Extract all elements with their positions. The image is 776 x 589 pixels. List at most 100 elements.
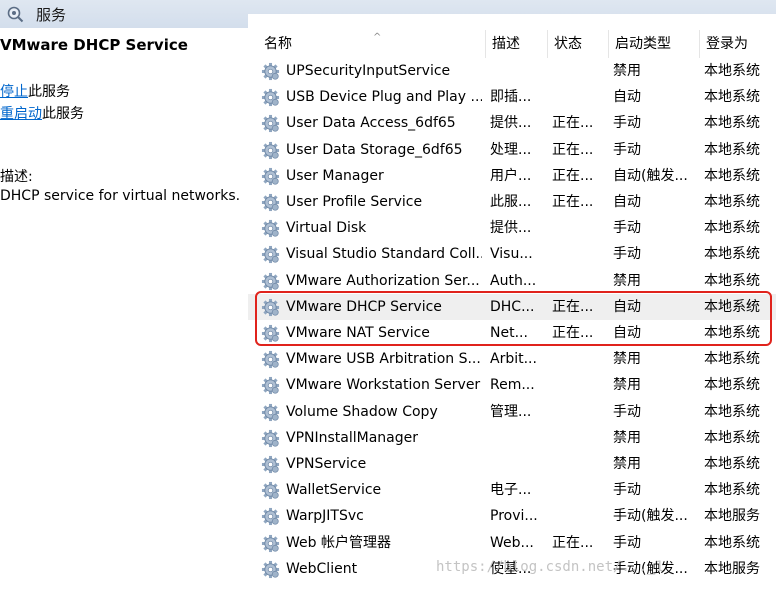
service-name: WalletService xyxy=(286,482,382,499)
service-logon-as: 本地系统 xyxy=(704,115,760,132)
column-header-logon-as[interactable]: 登录为 xyxy=(700,30,776,58)
service-row[interactable]: VMware USB Arbitration S... Arbit... 禁用 本地系… xyxy=(248,346,776,372)
service-logon-as: 本地系统 xyxy=(704,141,760,158)
restart-service-link[interactable]: 重启动 xyxy=(0,106,42,122)
service-row[interactable]: Virtual Disk 提供... 手动 本地系统 xyxy=(248,215,776,241)
service-description: Visu... xyxy=(490,246,533,263)
service-status: 正在... xyxy=(552,534,594,551)
gear-icon xyxy=(261,324,280,343)
service-description: Web... xyxy=(490,534,534,551)
service-description xyxy=(490,425,542,451)
gear-icon xyxy=(261,350,280,369)
column-header-startup-type-label: 启动类型 xyxy=(615,36,671,52)
gear-icon xyxy=(261,298,280,317)
gear-icon xyxy=(261,403,280,422)
service-logon-as: 本地系统 xyxy=(704,220,760,237)
service-status xyxy=(552,58,608,84)
service-description: 电子... xyxy=(490,482,532,499)
service-row[interactable]: VPNService 禁用 本地系统 xyxy=(248,451,776,477)
service-logon-as: 本地系统 xyxy=(704,377,760,394)
gear-icon xyxy=(261,560,280,579)
service-description: 提供... xyxy=(490,115,532,132)
stop-service-line: 停止此服务 xyxy=(0,81,70,101)
service-row[interactable]: VMware Authorization Ser... Auth... 禁用 本地系统 xyxy=(248,268,776,294)
service-logon-as: 本地服务 xyxy=(704,508,760,525)
sort-ascending-icon: ^ xyxy=(373,32,382,43)
service-startup-type: 禁用 xyxy=(613,272,641,289)
service-row[interactable]: Volume Shadow Copy 管理... 手动 本地系统 xyxy=(248,399,776,425)
service-status xyxy=(552,215,608,241)
service-name: Virtual Disk xyxy=(286,220,367,237)
service-status xyxy=(552,399,608,425)
service-logon-as: 本地系统 xyxy=(704,272,760,289)
service-name: VMware Authorization Ser... xyxy=(286,272,480,289)
service-description: Net... xyxy=(490,325,528,341)
service-startup-type: 手动 xyxy=(613,115,641,132)
column-header-description[interactable]: 描述 xyxy=(486,30,548,58)
service-description: 管理... xyxy=(490,403,532,420)
service-row[interactable]: VPNInstallManager 禁用 本地系统 xyxy=(248,425,776,451)
description-label: 描述: xyxy=(0,169,33,185)
service-startup-type: 禁用 xyxy=(613,351,641,368)
service-row[interactable]: User Profile Service 此服... 正在... 自动 本地系统 xyxy=(248,189,776,215)
service-row[interactable]: User Data Storage_6df65 处理... 正在... 手动 本地系统 xyxy=(248,137,776,163)
service-row[interactable]: VMware DHCP Service DHC... 正在... 自动 本地系统 xyxy=(248,293,776,320)
service-status xyxy=(552,268,608,294)
service-row[interactable]: Web 帐户管理器 Web... 正在... 手动 本地系统 xyxy=(248,530,776,556)
selected-service-title: VMware DHCP Service xyxy=(0,36,188,54)
service-name: User Manager xyxy=(286,167,384,184)
service-row[interactable]: UPSecurityInputService 禁用 本地系统 xyxy=(248,58,776,84)
service-row[interactable]: User Data Access_6df65 提供... 正在... 手动 本地系统 xyxy=(248,110,776,136)
service-logon-as: 本地系统 xyxy=(704,63,760,79)
service-row[interactable]: VMware NAT Service Net... 正在... 自动 本地系统 xyxy=(248,320,776,346)
service-status xyxy=(552,241,608,267)
gear-icon xyxy=(261,376,280,395)
gear-icon xyxy=(261,167,280,186)
service-description: 即插... xyxy=(490,89,532,106)
service-row[interactable]: USB Device Plug and Play ... 即插... 自动 本地系统 xyxy=(248,84,776,110)
service-details-panel: VMware DHCP Service 停止此服务 重启动此服务 描述: DHC… xyxy=(0,28,248,589)
service-status: 正在... xyxy=(552,194,594,210)
service-name: USB Device Plug and Play ... xyxy=(286,89,482,106)
service-name: VPNInstallManager xyxy=(286,429,419,446)
restart-service-line: 重启动此服务 xyxy=(0,103,84,123)
service-description: 此服... xyxy=(490,194,532,210)
service-row[interactable]: Visual Studio Standard Coll... Visu... 手动 本… xyxy=(248,241,776,267)
service-name: VMware NAT Service xyxy=(286,325,430,341)
service-description: 提供... xyxy=(490,220,532,237)
service-logon-as: 本地系统 xyxy=(704,429,760,446)
service-startup-type: 手动 xyxy=(613,220,641,237)
column-header-name-label: 名称 xyxy=(264,36,292,52)
service-description xyxy=(490,58,542,84)
service-name: Volume Shadow Copy xyxy=(286,403,438,420)
description-text: DHCP service for virtual networks. xyxy=(0,188,241,204)
service-name: User Profile Service xyxy=(286,194,423,210)
service-name: Web 帐户管理器 xyxy=(286,534,391,551)
gear-icon xyxy=(261,429,280,448)
service-name: VMware DHCP Service xyxy=(286,298,442,315)
column-header-startup-type[interactable]: 启动类型 xyxy=(609,30,700,58)
gear-icon xyxy=(261,219,280,238)
service-row[interactable]: User Manager 用户... 正在... 自动(触发... 本地系统 xyxy=(248,163,776,189)
service-name: Visual Studio Standard Coll... xyxy=(286,246,482,263)
service-logon-as: 本地系统 xyxy=(704,456,760,472)
service-status: 正在... xyxy=(552,115,594,132)
service-status xyxy=(552,346,608,372)
service-logon-as: 本地系统 xyxy=(704,482,760,499)
service-startup-type: 自动 xyxy=(613,194,641,210)
service-row[interactable]: VMware Workstation Server Rem... 禁用 本地系统 xyxy=(248,372,776,398)
service-row[interactable]: WalletService 电子... 手动 本地系统 xyxy=(248,477,776,503)
service-startup-type: 手动 xyxy=(613,482,641,499)
service-row[interactable]: WarpJITSvc Provi... 手动(触发... 本地服务 xyxy=(248,503,776,529)
service-startup-type: 禁用 xyxy=(613,456,641,472)
service-logon-as: 本地系统 xyxy=(704,351,760,368)
service-logon-as: 本地服务 xyxy=(704,560,760,577)
column-header-name[interactable]: 名称 ^ xyxy=(258,30,486,58)
stop-service-link[interactable]: 停止 xyxy=(0,84,28,100)
service-startup-type: 禁用 xyxy=(613,429,641,446)
service-status xyxy=(552,503,608,529)
service-startup-type: 禁用 xyxy=(613,377,641,394)
service-description: 用户... xyxy=(490,167,532,184)
column-header-status[interactable]: 状态 xyxy=(548,30,609,58)
service-name: User Data Storage_6df65 xyxy=(286,141,463,158)
